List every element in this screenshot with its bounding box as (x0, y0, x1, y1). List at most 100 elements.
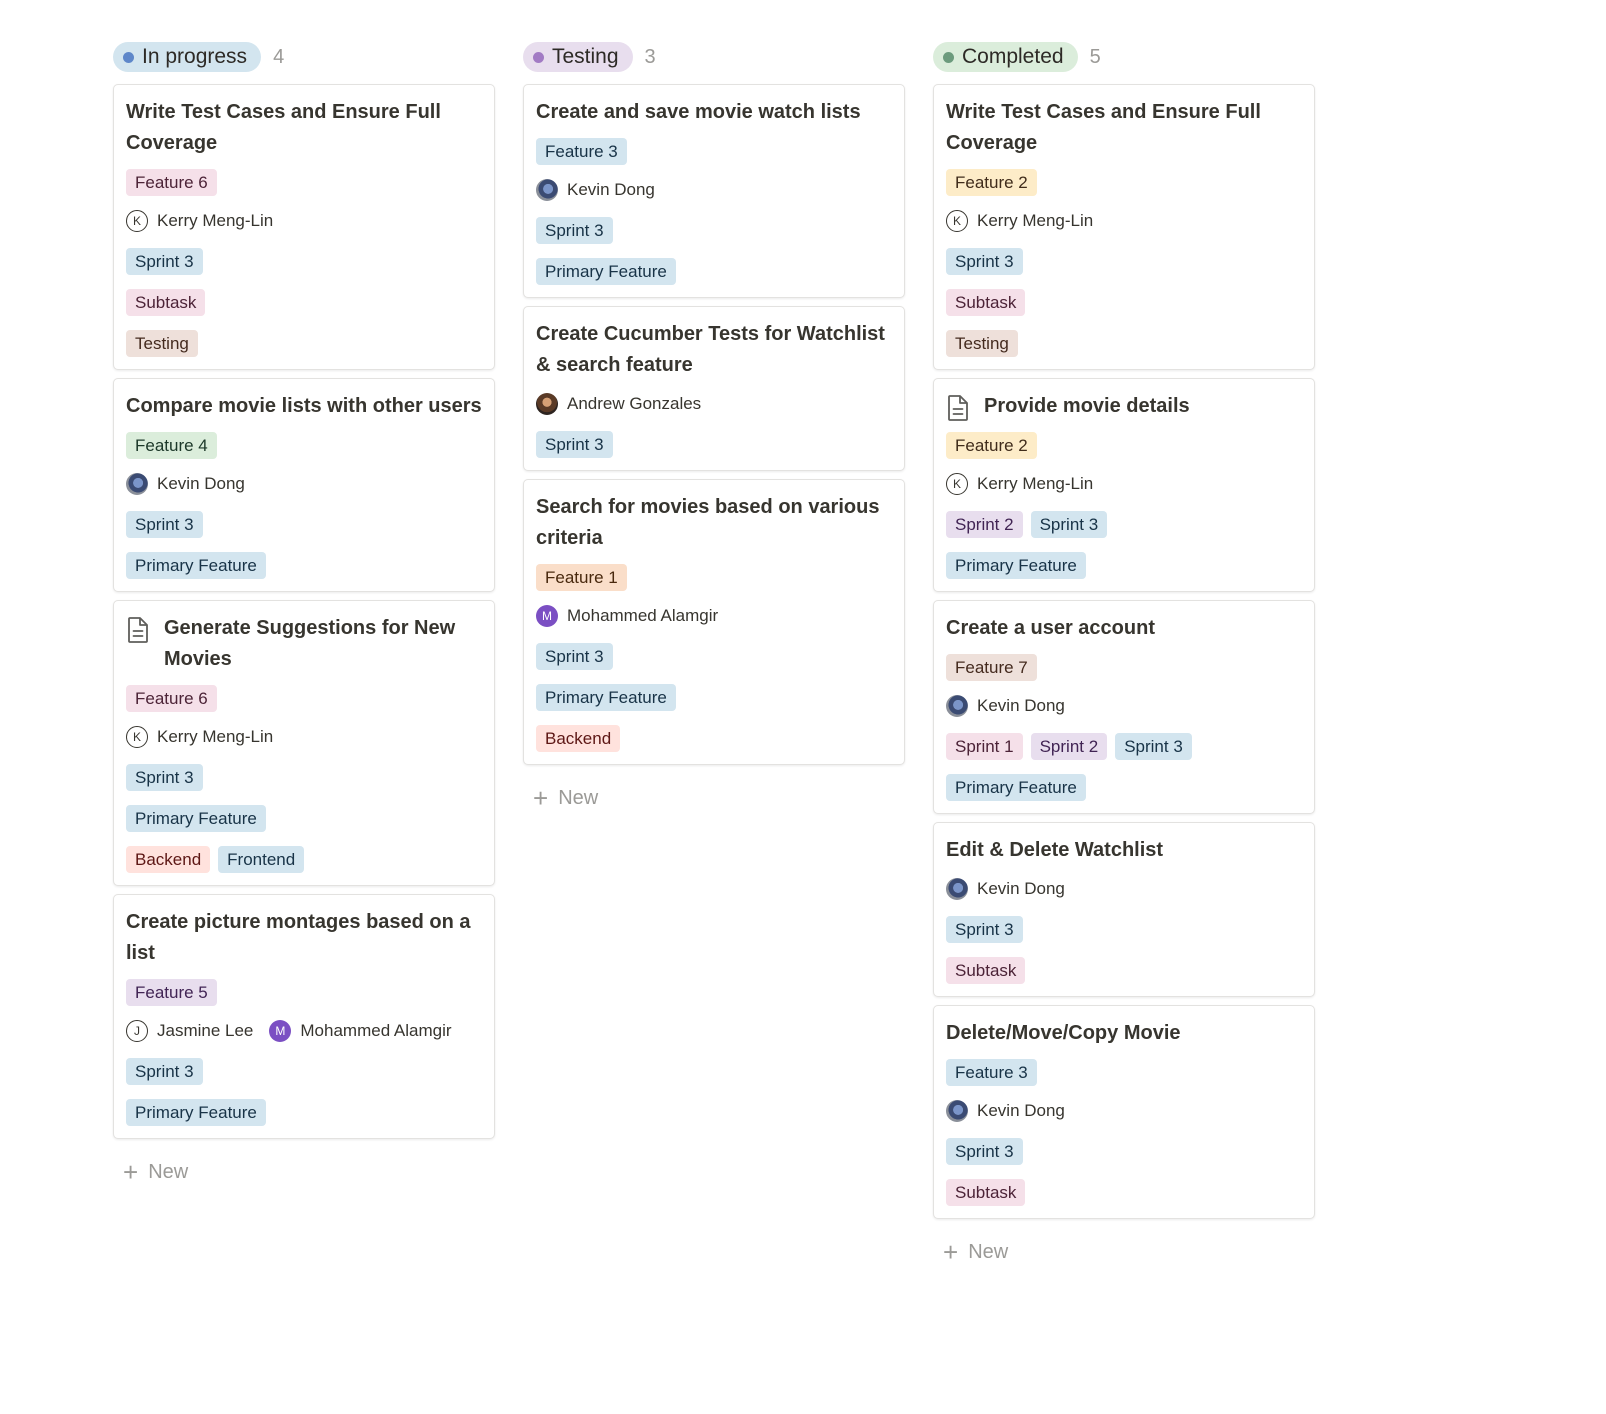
avatar: K (946, 473, 968, 495)
avatar: K (946, 210, 968, 232)
task-card[interactable]: Write Test Cases and Ensure Full Coverag… (933, 84, 1315, 370)
task-card[interactable]: Create Cucumber Tests for Watchlist & se… (523, 306, 905, 471)
new-card-button[interactable]: + New (933, 1235, 1315, 1269)
assignee: K Kerry Meng-Lin (126, 210, 273, 232)
tag-frontend: Frontend (218, 846, 305, 873)
card-title: Delete/Move/Copy Movie (946, 1022, 1181, 1044)
column-header[interactable]: Completed 5 (933, 40, 1315, 74)
tag-backend: Backend (126, 846, 211, 873)
card-title: Create Cucumber Tests for Watchlist & se… (536, 323, 885, 376)
feature-row: Feature 6 (126, 685, 482, 712)
property-row: Primary Feature (946, 774, 1302, 801)
assignee-name: Kerry Meng-Lin (157, 727, 274, 746)
status-label: Completed (962, 45, 1064, 68)
task-card[interactable]: Edit & Delete Watchlist Kevin Dong Sprint … (933, 822, 1315, 997)
card-list: Write Test Cases and Ensure Full Coverag… (113, 84, 495, 1147)
tag-sprint-3: Sprint 3 (946, 248, 1023, 275)
document-icon (948, 395, 968, 421)
feature-row: Feature 6 (126, 169, 482, 196)
card-title-row: Edit & Delete Watchlist (946, 837, 1302, 866)
card-title-row: Create Cucumber Tests for Watchlist & se… (536, 321, 892, 381)
assignee-row: Kevin Dong (126, 471, 482, 497)
card-count: 4 (273, 45, 285, 68)
sprint-row: Sprint 1 Sprint 2 Sprint 3 (946, 733, 1302, 760)
card-title-row: Create picture montages based on a list (126, 909, 482, 969)
assignee-row: J Jasmine Lee M Mohammed Alamgir (126, 1018, 482, 1044)
column-completed: Completed 5 Write Test Cases and Ensure … (933, 40, 1315, 1269)
assignee-row: Kevin Dong (946, 693, 1302, 719)
assignee-row: Kevin Dong (946, 1098, 1302, 1124)
task-card[interactable]: Generate Suggestions for New Movies Featu… (113, 600, 495, 886)
new-card-button[interactable]: + New (113, 1155, 495, 1189)
avatar: M (536, 605, 558, 627)
task-card[interactable]: Delete/Move/Copy Movie Feature 3 Kevin Don… (933, 1005, 1315, 1219)
column-header[interactable]: Testing 3 (523, 40, 905, 74)
tag-subtask: Subtask (946, 957, 1026, 984)
tag-sprint-3: Sprint 3 (536, 643, 613, 670)
tag-feature-6: Feature 6 (126, 169, 217, 196)
tag-sprint-3: Sprint 3 (126, 1058, 203, 1085)
status-label: In progress (142, 45, 248, 68)
feature-row: Feature 5 (126, 979, 482, 1006)
plus-icon: + (943, 1237, 959, 1267)
property-row: Primary Feature (536, 684, 892, 711)
plus-icon: + (123, 1157, 139, 1187)
tag-primary-feature: Primary Feature (946, 774, 1086, 801)
feature-row: Feature 7 (946, 654, 1302, 681)
property-row: Primary Feature (126, 1099, 482, 1126)
status-pill[interactable]: Testing (523, 42, 633, 72)
sprint-row: Sprint 3 (126, 1058, 482, 1085)
property-row: Primary Feature (536, 258, 892, 285)
status-dot-icon (123, 51, 134, 63)
tag-feature-2: Feature 2 (946, 432, 1037, 459)
sprint-row: Sprint 2 Sprint 3 (946, 511, 1302, 538)
new-card-button[interactable]: + New (523, 781, 905, 815)
new-card-label: New (558, 786, 599, 809)
assignee: K Kerry Meng-Lin (946, 473, 1093, 495)
tag-sprint-3: Sprint 3 (1115, 733, 1192, 760)
assignee-name: Kevin Dong (977, 696, 1065, 715)
assignee: Kevin Dong (536, 179, 655, 201)
assignee-name: Kerry Meng-Lin (157, 211, 274, 230)
status-pill[interactable]: In progress (113, 42, 262, 72)
tag-feature-7: Feature 7 (946, 654, 1037, 681)
assignee-name: Mohammed Alamgir (567, 606, 719, 625)
tag-feature-1: Feature 1 (536, 564, 627, 591)
task-card[interactable]: Search for movies based on various crite… (523, 479, 905, 765)
assignee-row: K Kerry Meng-Lin (126, 724, 482, 750)
feature-row: Feature 4 (126, 432, 482, 459)
task-card[interactable]: Provide movie details Feature 2 K Kerry Men… (933, 378, 1315, 592)
column-header[interactable]: In progress 4 (113, 40, 495, 74)
tag-primary-feature: Primary Feature (946, 552, 1086, 579)
card-list: Create and save movie watch lists Feature… (523, 84, 905, 773)
card-title: Create a user account (946, 617, 1155, 639)
card-title-row: Delete/Move/Copy Movie (946, 1020, 1302, 1049)
tag-feature-3: Feature 3 (946, 1059, 1037, 1086)
status-pill[interactable]: Completed (933, 42, 1078, 72)
avatar: K (126, 210, 148, 232)
task-card[interactable]: Create picture montages based on a list F… (113, 894, 495, 1139)
tag-sprint-3: Sprint 3 (536, 431, 613, 458)
task-card[interactable]: Create a user account Feature 7 Kevin Dong… (933, 600, 1315, 814)
tag-primary-feature: Primary Feature (126, 552, 266, 579)
card-count: 5 (1089, 45, 1101, 68)
sprint-row: Sprint 3 (126, 511, 482, 538)
task-card[interactable]: Write Test Cases and Ensure Full Coverag… (113, 84, 495, 370)
assignee-name: Kevin Dong (977, 1101, 1065, 1120)
tag-sprint-3: Sprint 3 (946, 916, 1023, 943)
task-card[interactable]: Create and save movie watch lists Feature… (523, 84, 905, 298)
assignee-row: K Kerry Meng-Lin (946, 208, 1302, 234)
property-row: Primary Feature (126, 805, 482, 832)
new-card-label: New (148, 1160, 189, 1183)
feature-row: Feature 3 (536, 138, 892, 165)
assignee: K Kerry Meng-Lin (126, 726, 273, 748)
task-card[interactable]: Compare movie lists with other users Feat… (113, 378, 495, 592)
card-title: Provide movie details (984, 395, 1190, 417)
property-row: Backend Frontend (126, 846, 482, 873)
property-row: Backend (536, 725, 892, 752)
sprint-row: Sprint 3 (536, 431, 892, 458)
card-title: Create picture montages based on a list (126, 911, 471, 964)
tag-sprint-3: Sprint 3 (126, 248, 203, 275)
kanban-board: In progress 4 Write Test Cases and Ensur… (113, 40, 1315, 1269)
avatar (126, 473, 148, 495)
